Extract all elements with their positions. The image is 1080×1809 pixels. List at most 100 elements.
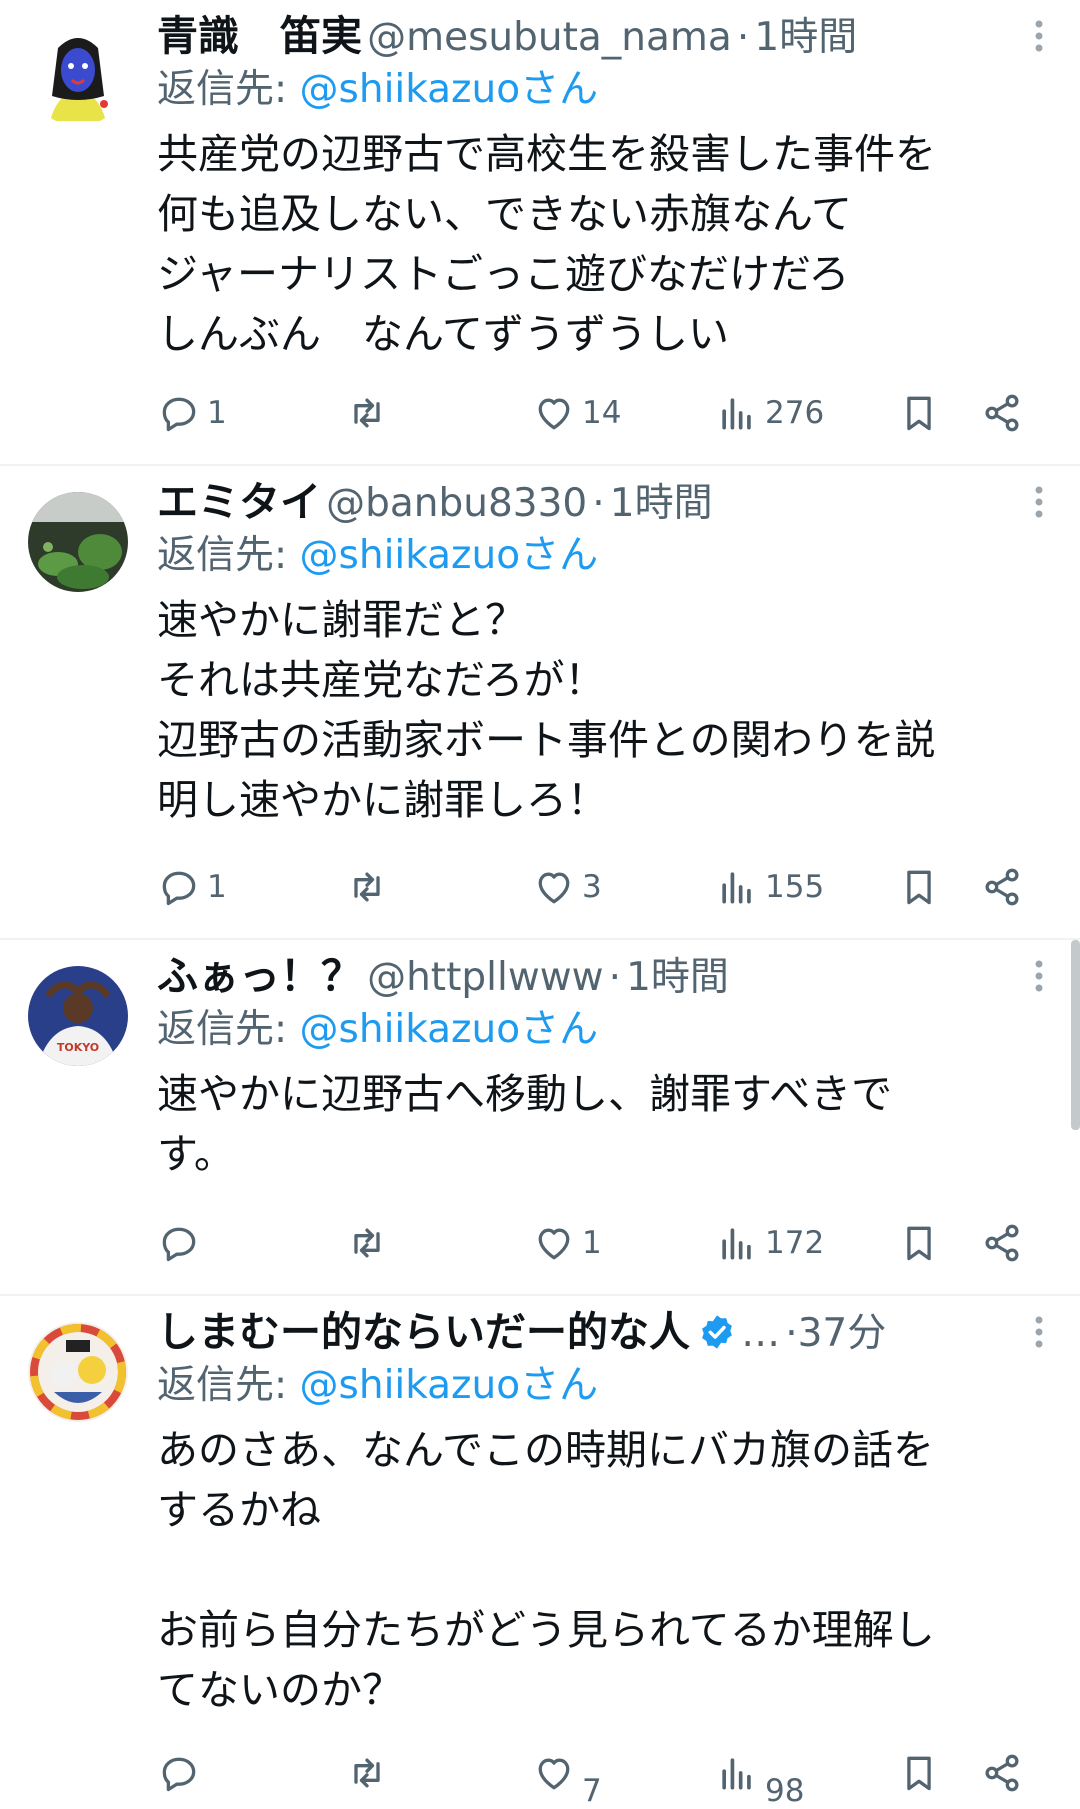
avatar-image	[28, 26, 128, 126]
like-button[interactable]: 3	[532, 862, 602, 912]
avatar[interactable]	[28, 492, 128, 592]
replying-to: 返信先: @shiikazuoさん	[157, 528, 598, 584]
avatar[interactable]	[28, 26, 128, 126]
reply-button[interactable]: 1	[157, 862, 227, 912]
retweet-button[interactable]	[345, 388, 389, 438]
mention-link[interactable]: @shiikazuoさん	[300, 67, 599, 112]
display-name[interactable]: 青識 笛実	[157, 12, 362, 60]
more-icon[interactable]	[1034, 18, 1044, 54]
views-button[interactable]: 276	[715, 388, 824, 438]
view-count: 172	[765, 1225, 825, 1261]
separator-dot: ·	[608, 955, 622, 1000]
timestamp[interactable]: 37分	[798, 1311, 887, 1356]
like-count: 3	[582, 869, 602, 905]
like-count: 7	[582, 1773, 602, 1809]
share-icon	[985, 1754, 1019, 1792]
tweet-text: あのさあ、なんでこの時期にバカ旗の話を するかね お前ら自分たちがどう見られてる…	[157, 1426, 935, 1714]
reply-button[interactable]	[157, 1748, 207, 1798]
bookmark-button[interactable]	[897, 1748, 941, 1798]
user-handle[interactable]: @mesubuta_nama	[367, 15, 732, 60]
tweet-header: しまむー的ならいだー的な人 … ·37分	[157, 1302, 1020, 1362]
verified-icon	[702, 1315, 732, 1349]
tweet[interactable]: TOKYO ふぁっ！？ @httpllwww · 1時間 返信先: @shiik…	[0, 940, 1080, 1296]
tweet-text: 速やかに辺野古へ移動し、謝罪すべきで す。	[157, 1070, 893, 1178]
mention-link[interactable]: @shiikazuoさん	[300, 1007, 599, 1052]
user-handle[interactable]: …	[741, 1311, 780, 1356]
tweet-header: エミタイ @banbu8330 · 1時間	[157, 472, 1020, 532]
retweet-icon	[354, 1228, 380, 1258]
reply-timeline: 青識 笛実 @mesubuta_nama · 1時間 返信先: @shiikaz…	[0, 0, 1080, 1809]
bookmark-button[interactable]	[897, 1218, 941, 1268]
tweet-header: ふぁっ！？ @httpllwww · 1時間	[157, 946, 1020, 1006]
reply-count: 1	[207, 869, 227, 905]
like-button[interactable]: 7	[532, 1748, 602, 1809]
scrollbar-thumb[interactable]	[1071, 940, 1080, 1130]
more-icon[interactable]	[1034, 484, 1044, 520]
like-button[interactable]: 14	[532, 388, 621, 438]
timestamp[interactable]: 1時間	[754, 15, 857, 60]
replying-to: 返信先: @shiikazuoさん	[157, 62, 598, 118]
like-button[interactable]: 1	[532, 1218, 602, 1268]
reply-button[interactable]: 1	[157, 388, 227, 438]
share-icon	[985, 868, 1019, 906]
separator-dot: ·	[592, 481, 605, 526]
share-button[interactable]	[980, 1748, 1024, 1798]
share-button[interactable]	[980, 1218, 1024, 1268]
retweet-icon	[354, 398, 380, 428]
action-bar: 1 172	[0, 1218, 1080, 1268]
reply-button[interactable]	[157, 1218, 207, 1268]
bookmark-icon	[907, 1226, 931, 1261]
views-icon	[722, 398, 751, 430]
retweet-button[interactable]	[345, 1218, 389, 1268]
action-bar: 1 3 155	[0, 862, 1080, 912]
bookmark-icon	[907, 396, 931, 431]
more-icon[interactable]	[1034, 958, 1044, 994]
svg-text:TOKYO: TOKYO	[57, 1041, 99, 1054]
tweet[interactable]: エミタイ @banbu8330 · 1時間 返信先: @shiikazuoさん …	[0, 466, 1080, 940]
reply-icon	[162, 397, 196, 432]
views-icon	[722, 872, 751, 904]
replying-to-label: 返信先:	[157, 533, 300, 578]
avatar-image	[28, 492, 128, 592]
views-icon	[722, 1228, 751, 1260]
display-name[interactable]: エミタイ	[157, 478, 321, 526]
share-icon	[985, 394, 1019, 432]
timestamp[interactable]: 1時間	[626, 955, 729, 1000]
retweet-button[interactable]	[345, 862, 389, 912]
view-count: 155	[765, 869, 825, 905]
avatar[interactable]: TOKYO	[28, 966, 128, 1066]
tweet[interactable]: しまむー的ならいだー的な人 … ·37分 返信先: @shiikazuoさん あ…	[0, 1296, 1080, 1809]
bookmark-button[interactable]	[897, 388, 941, 438]
display-name[interactable]: しまむー的ならいだー的な人	[157, 1308, 690, 1356]
user-handle[interactable]: @banbu8330	[326, 481, 587, 526]
views-icon	[722, 1758, 751, 1790]
reply-icon	[162, 871, 196, 906]
replying-to-label: 返信先:	[157, 67, 300, 112]
bookmark-icon	[907, 1756, 931, 1791]
replying-to-label: 返信先:	[157, 1363, 300, 1408]
like-count: 1	[582, 1225, 602, 1261]
share-icon	[985, 1224, 1019, 1262]
retweet-icon	[354, 1758, 380, 1788]
display-name[interactable]: ふぁっ！？	[157, 952, 362, 1000]
avatar[interactable]	[28, 1322, 128, 1422]
views-button[interactable]: 155	[715, 862, 824, 912]
reply-count: 1	[207, 395, 227, 431]
reply-icon	[162, 1227, 196, 1262]
share-button[interactable]	[980, 862, 1024, 912]
bookmark-icon	[907, 870, 931, 905]
retweet-button[interactable]	[345, 1748, 389, 1798]
views-button[interactable]: 172	[715, 1218, 824, 1268]
replying-to-label: 返信先:	[157, 1007, 300, 1052]
views-button[interactable]: 98	[715, 1748, 804, 1809]
timestamp[interactable]: 1時間	[610, 481, 713, 526]
mention-link[interactable]: @shiikazuoさん	[300, 1363, 599, 1408]
more-icon[interactable]	[1034, 1314, 1044, 1350]
tweet[interactable]: 青識 笛実 @mesubuta_nama · 1時間 返信先: @shiikaz…	[0, 0, 1080, 466]
user-handle[interactable]: @httpllwww	[367, 955, 603, 1000]
mention-link[interactable]: @shiikazuoさん	[300, 533, 599, 578]
bookmark-button[interactable]	[897, 862, 941, 912]
reply-icon	[162, 1757, 196, 1792]
tweet-text: 共産党の辺野古で高校生を殺害した事件を 何も追及しない、できない赤旗なんて ジャ…	[157, 130, 936, 358]
share-button[interactable]	[980, 388, 1024, 438]
